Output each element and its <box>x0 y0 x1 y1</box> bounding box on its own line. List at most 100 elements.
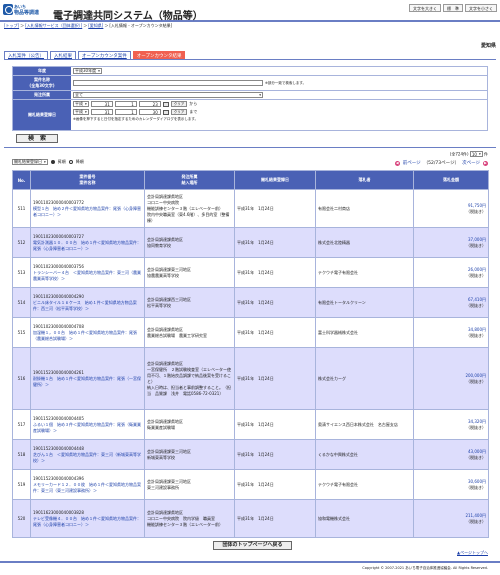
table-row: 520 19011623000040003828 テレビ受像機４．００台 始め１件＜… <box>12 499 489 538</box>
breadcrumb-top-link[interactable]: [トップ] <box>4 23 19 29</box>
result-date: 平成31年 1月24日 <box>234 257 316 288</box>
tax-note: （税抜き） <box>466 242 486 248</box>
tax-note: （税抜き） <box>466 424 486 430</box>
case-cell: 19011023000040003727 電気計測器１０．００台 始め１件＜愛知県… <box>30 227 145 258</box>
case-cell: 19011623000040003828 テレビ受像機４．００台 始め１件＜愛知県… <box>30 499 145 538</box>
department-select[interactable]: 全て <box>73 92 263 98</box>
winning-amount: 37,000円 <box>468 236 486 242</box>
from-day-input[interactable]: 23 <box>138 101 161 107</box>
case-cell: 19011023000040004708 加湿機１，００台 始め１件＜愛知県地方物… <box>30 317 145 348</box>
case-cell: 19011523000040004396 メモリーカード１２．００枚 始め１件＜愛… <box>30 469 145 500</box>
result-date: 平成31年 1月24日 <box>234 499 316 538</box>
to-day-input[interactable]: 30 <box>138 109 161 115</box>
case-name-link[interactable]: 模型１台 始め２件＜愛知県地方物品案件：尾張（心身障害者コロニー）＞ <box>33 206 141 217</box>
case-name-link[interactable]: ビニル床タイル１６ケース 始め１件＜愛知県地方物品案件：西三河（松平高等学校）＞ <box>33 300 137 311</box>
to-era-select[interactable]: 平成 <box>73 109 89 115</box>
column-header: 落札金額 <box>413 170 489 190</box>
from-suffix: から <box>189 101 198 106</box>
table-row: 515 19011023000040004708 加湿機１，００台 始め１件＜愛知県… <box>12 317 489 348</box>
date-to-row: 平成 31 1 30 クリア まで <box>73 109 197 115</box>
breadcrumb-prefecture-link[interactable]: [愛知県] <box>88 23 103 29</box>
row-number: 515 <box>12 317 31 348</box>
per-page-select[interactable]: 10 <box>469 151 483 157</box>
row-number: 512 <box>12 227 31 258</box>
back-to-org-top-button[interactable]: 団体のトップページへ戻る <box>213 541 292 550</box>
breadcrumb-org-select-link[interactable]: [入札情報サービス（団体選択）] <box>25 23 82 29</box>
calendar-icon[interactable] <box>162 101 169 107</box>
to-month-input[interactable]: 1 <box>114 109 137 115</box>
case-cell: 19011023000040003772 模型１台 始め２件＜愛知県地方物品案件：… <box>30 189 145 228</box>
case-name-link[interactable]: ふるい１個 始め３件＜愛知県地方物品案件：尾張（衛業業産試験場）＞ <box>33 422 141 433</box>
paging-summary: (全724件) 10 件 <box>450 151 488 158</box>
row-number: 518 <box>12 439 31 470</box>
result-date: 平成31年 1月24日 <box>234 469 316 500</box>
winner-name: 有限会社二村商店 <box>315 189 414 228</box>
case-name-link[interactable]: 加湿機１，００台 始め１件＜愛知県地方物品案件：尾張（農業総合試験場）＞ <box>33 330 137 341</box>
total-count: (全724件) <box>449 151 469 157</box>
winning-amount: 211,400円 <box>465 512 486 518</box>
next-page-link[interactable]: 次ページ <box>462 160 480 166</box>
tax-note: （税抜き） <box>466 332 486 338</box>
table-row: 511 19011023000040003772 模型１台 始め２件＜愛知県地方物品… <box>12 189 489 228</box>
sort-asc-label: 昇順 <box>57 159 66 164</box>
page-top-link[interactable]: ▲ページトップへ <box>457 550 488 556</box>
case-name-link[interactable]: テレビ受像機４．００台 始め１件＜愛知県地方物品案件：尾張（心身障害者コロニー）… <box>33 516 141 527</box>
next-arrow-icon[interactable]: ▶ <box>483 160 488 166</box>
prev-page-link[interactable]: 前ページ <box>403 160 421 166</box>
row-number: 517 <box>12 409 31 440</box>
calendar-icon[interactable] <box>162 109 169 115</box>
date-note: ※画像を押下すると日付を指定するためのカレンダーダイアログを表示します。 <box>73 117 199 121</box>
winning-amount: 67,410円 <box>468 296 486 302</box>
tax-note: （税抜き） <box>466 378 486 384</box>
from-year-input[interactable]: 31 <box>90 101 113 107</box>
page-info: （52/73ページ） <box>423 161 460 166</box>
tax-note: （税抜き） <box>466 302 486 308</box>
from-clear-button[interactable]: クリア <box>170 101 188 107</box>
row-number: 519 <box>12 469 31 500</box>
winner-name: テクウチ電子有限会社 <box>315 469 414 500</box>
sort-desc-radio[interactable] <box>68 160 73 164</box>
prefecture-name: 愛知県 <box>480 43 496 49</box>
case-name-link[interactable]: 耐掛機１台 始め１件＜愛知県地方物品案件：尾張（一宮保健所）＞ <box>33 376 141 387</box>
sort-asc-radio[interactable] <box>50 160 55 164</box>
results-table: No. 案件番号 案件名称 発注所属 納入場所 開札結果登録日 落札者 落札金額 511 1… <box>12 170 489 538</box>
winning-amount-cell: 211,400円 （税抜き） <box>413 499 489 538</box>
tab-open-counter-cases[interactable]: オープンカウンタ案件 <box>78 51 131 59</box>
app-title: 電子調達共同システム（物品等） <box>53 11 203 22</box>
to-year-input[interactable]: 31 <box>90 109 113 115</box>
department-cell: 会計局調達課東三河地区 新城東高等学校 <box>144 439 235 470</box>
case-name-link[interactable]: トランシーバー４台 ＜愛知県地方物品案件：東三河（農業農業高等学校）＞ <box>33 270 141 281</box>
tax-note: （税抜き） <box>466 484 486 490</box>
row-number: 520 <box>12 499 31 538</box>
font-small-button[interactable]: 文字を小さく <box>465 4 497 12</box>
tax-note: （税抜き） <box>466 272 486 278</box>
tax-note: （税抜き） <box>466 208 486 214</box>
tax-note: （税抜き） <box>466 454 486 460</box>
prev-arrow-icon[interactable]: ◀ <box>394 160 400 166</box>
case-name-input[interactable] <box>73 80 263 86</box>
winning-amount: 34,800円 <box>468 326 486 332</box>
case-name-link[interactable]: 電気計測器１０．００台 始め１件＜愛知県地方物品案件：尾張（心身障害者コロニー）… <box>33 240 141 251</box>
font-normal-button[interactable]: 標 準 <box>443 4 463 12</box>
tab-open-counter-results[interactable]: オープンカウンタ結果 <box>132 51 186 59</box>
from-era-select[interactable]: 平成 <box>73 101 89 107</box>
case-name-link[interactable]: 芝びん１台 ＜愛知県地方物品案件：東三河（新城東高等学校）＞ <box>33 452 141 463</box>
search-button[interactable]: 検 索 <box>16 134 58 143</box>
case-name-link[interactable]: メモリーカード１２．００枚 始め１件＜愛知県地方物品案件：東三河（東三河建設事務… <box>33 482 141 493</box>
tab-bid-announcements[interactable]: 入札案件（公告） <box>4 51 48 59</box>
from-month-input[interactable]: 1 <box>114 101 137 107</box>
winning-amount: 26,000円 <box>468 266 486 272</box>
sort-field-select[interactable]: 開札結果登録日 <box>12 159 48 165</box>
department-label: 発注所属 <box>13 91 71 99</box>
winning-amount-cell: 67,410円 （税抜き） <box>413 287 489 318</box>
fiscal-year-select[interactable]: 平成30年度 <box>73 68 102 74</box>
department-cell: 会計局調達課県地区 コロニー中央病院 院内学級 職員室 機能訓練センター３階（エ… <box>144 499 235 538</box>
winner-name: 奥清サイエンス西日本株式会社 名古屋支店 <box>315 409 414 440</box>
font-large-button[interactable]: 文字を大きく <box>409 4 441 12</box>
tab-bid-results[interactable]: 入札結果 <box>50 51 76 59</box>
winning-amount-cell: 200,000円 （税抜き） <box>413 347 489 410</box>
to-clear-button[interactable]: クリア <box>170 109 188 115</box>
table-row: 516 19011523000040004261 耐掛機１台 始め１件＜愛知県地方物… <box>12 347 489 410</box>
winner-name: くるかな中興株式会社 <box>315 439 414 470</box>
logo: あいち 物品等調達 <box>3 4 47 19</box>
